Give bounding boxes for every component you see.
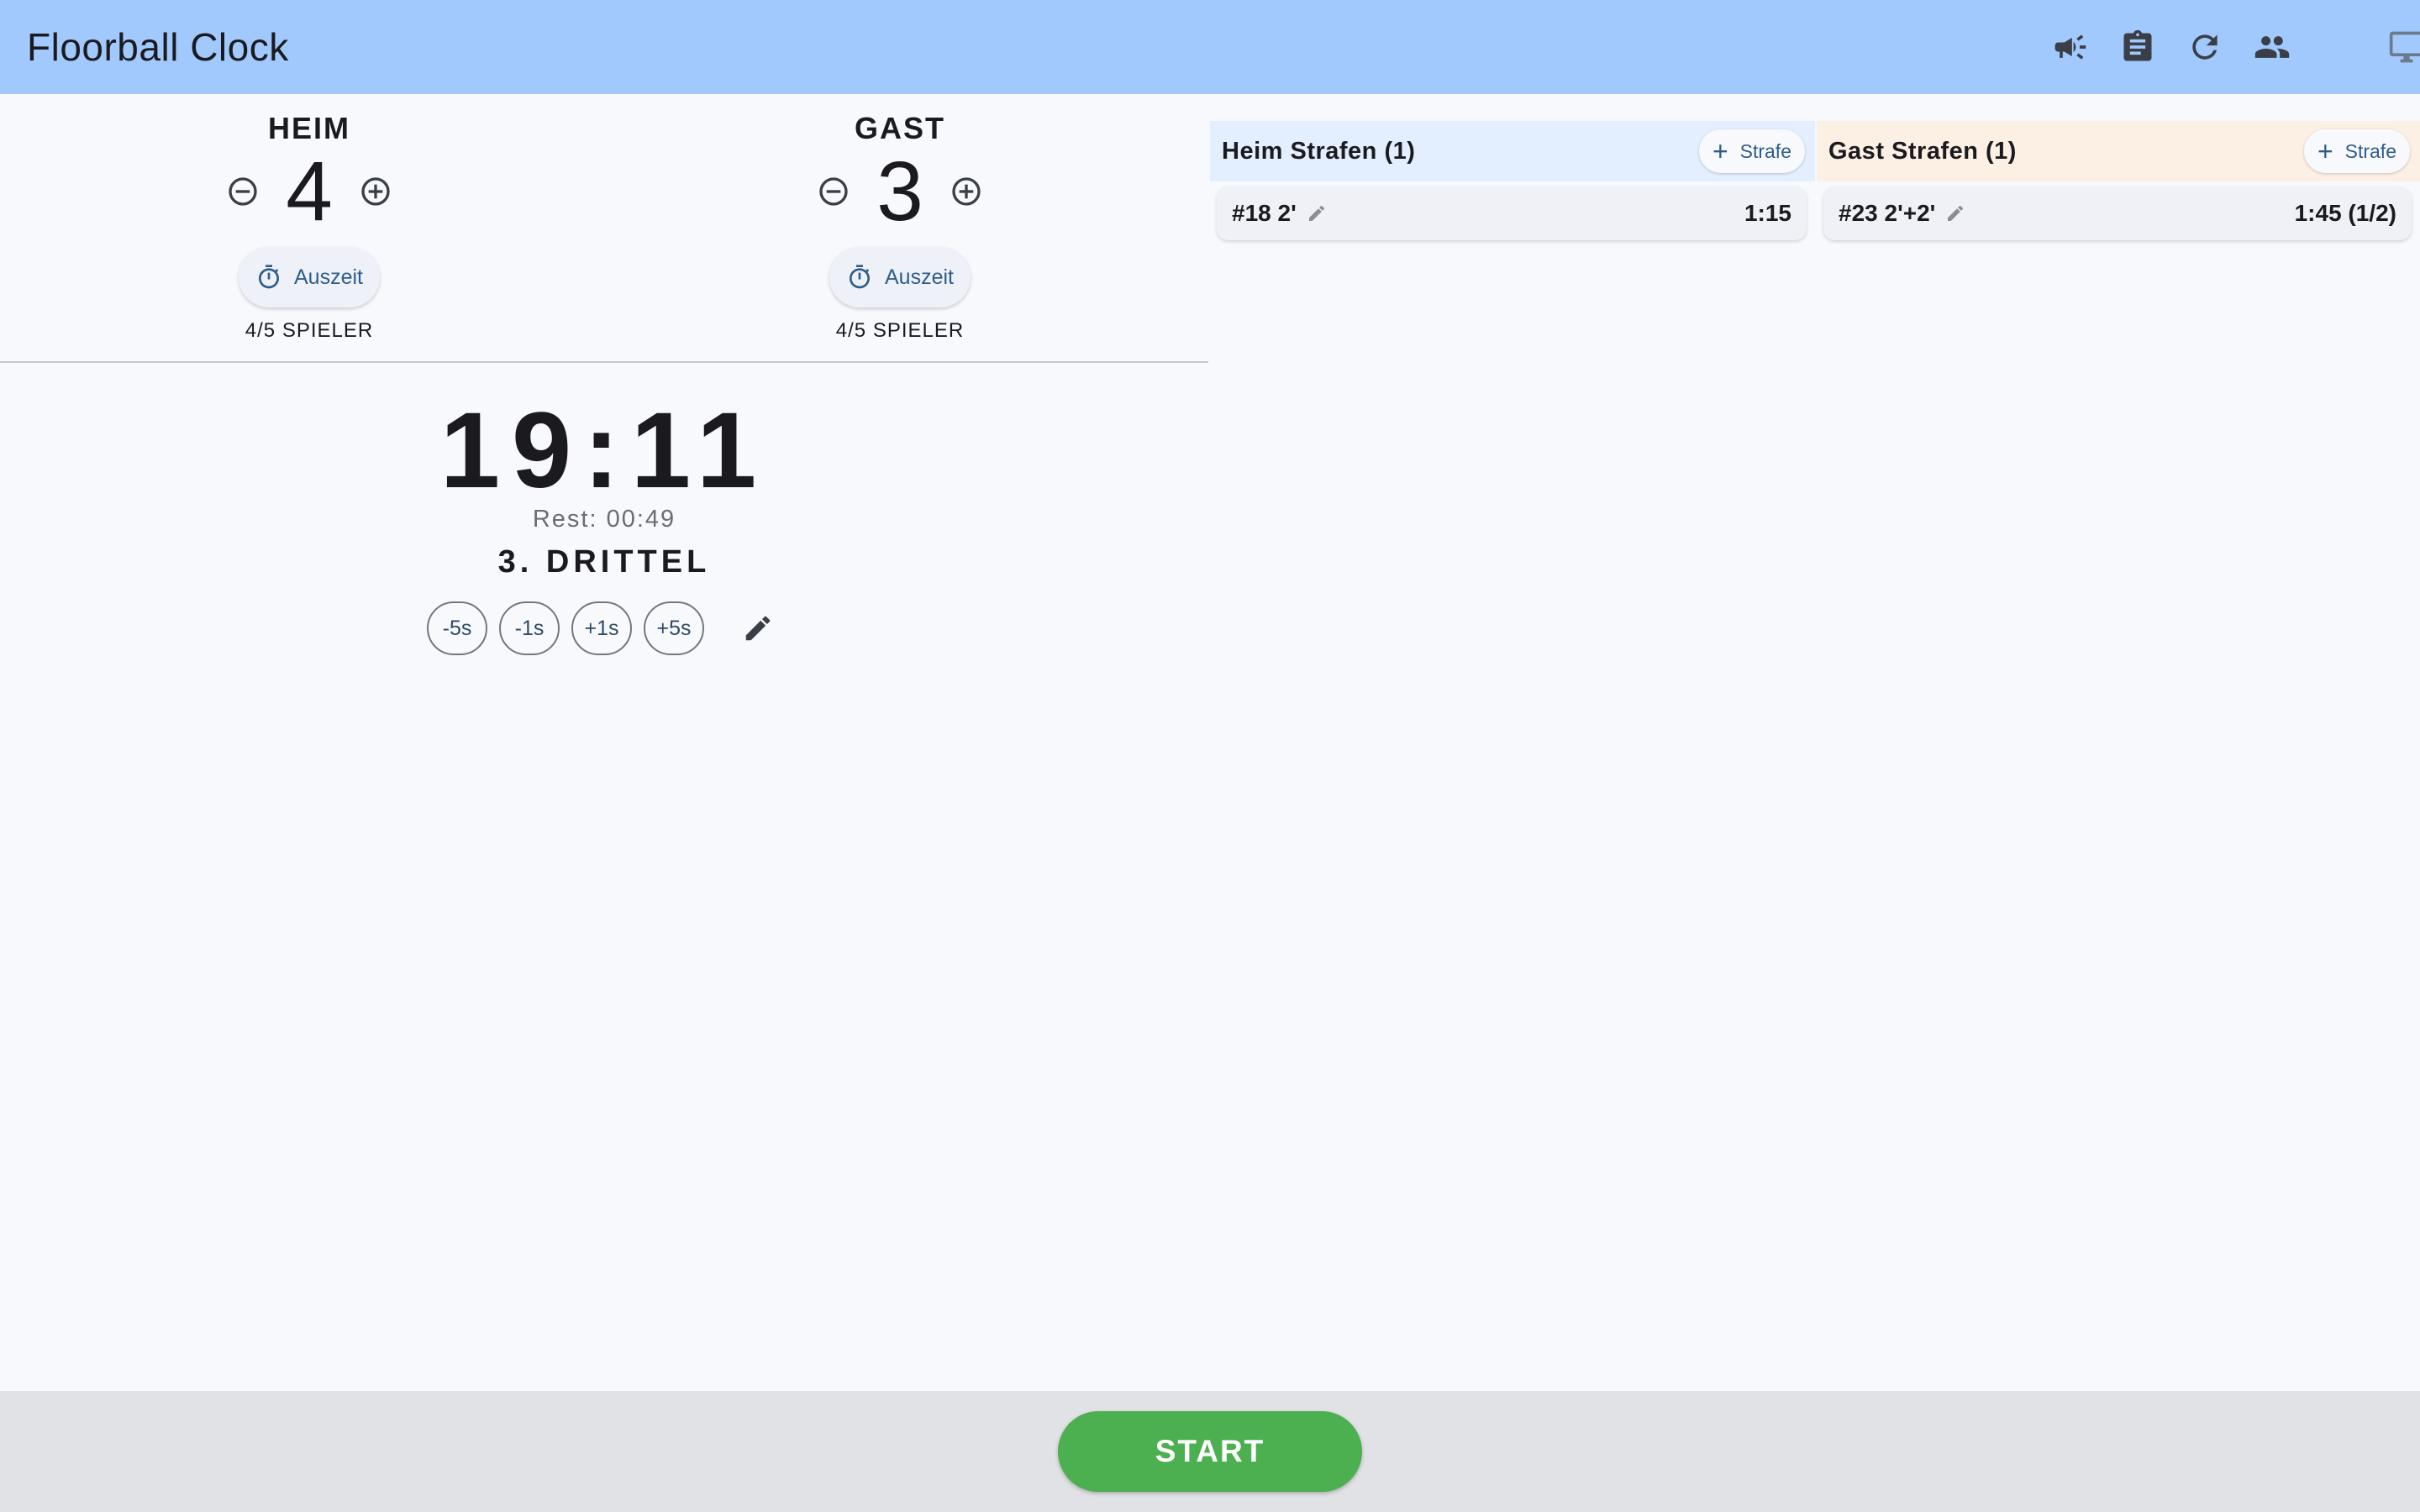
penalty-time: 1:45 (1/2) [2294, 200, 2396, 226]
plus-1s-button[interactable]: +1s [571, 601, 632, 655]
penalty-label: #23 2'+2' [1839, 200, 1936, 226]
home-score: 4 [286, 144, 333, 239]
guest-penalties-title: Gast Strafen (1) [1828, 137, 2017, 165]
home-penalties-panel: Heim Strafen (1) + Strafe #18 2' 1:15 [1210, 121, 1815, 1391]
home-score-row: 4 [175, 144, 444, 239]
plus-circle-icon [361, 177, 390, 206]
divider [0, 361, 1208, 363]
plus-circle-icon [952, 177, 981, 206]
guest-timeout-button[interactable]: Auszeit [829, 247, 971, 307]
home-team: HEIM 4 Auszeit 4/5 SPIELER [175, 111, 444, 343]
pencil-icon [745, 616, 771, 641]
add-guest-penalty-label: Strafe [2344, 139, 2396, 162]
home-players: 4/5 SPIELER [245, 319, 374, 342]
people-icon[interactable] [2238, 13, 2306, 81]
pencil-icon[interactable] [1307, 203, 1327, 223]
plus-5s-button[interactable]: +5s [644, 601, 704, 655]
guest-timeout-label: Auszeit [885, 265, 954, 289]
home-score-increment-button[interactable] [355, 171, 396, 212]
guest-team-name: GAST [854, 111, 945, 145]
penalty-time: 1:15 [1744, 200, 1791, 226]
add-guest-penalty-button[interactable]: + Strafe [2303, 129, 2410, 173]
megaphone-icon[interactable] [2037, 13, 2104, 81]
game-clock: 19:11 [439, 391, 769, 511]
guest-score-row: 3 [765, 144, 1034, 239]
add-home-penalty-label: Strafe [1739, 139, 1791, 162]
plus-icon: + [1712, 136, 1728, 166]
app-bar: Floorball Clock [0, 0, 2420, 94]
timer-icon [259, 265, 279, 289]
guest-penalties-panel: Gast Strafen (1) + Strafe #23 2'+2' 1:45… [1817, 121, 2420, 1391]
home-score-decrement-button[interactable] [223, 171, 263, 212]
guest-score: 3 [876, 144, 923, 239]
minus-circle-icon [819, 177, 848, 206]
time-adjust-row: -5s -1s +1s +5s [427, 601, 781, 655]
guest-team: GAST 3 Auszeit 4/5 SPIELER [765, 111, 1034, 343]
app-title: Floorball Clock [27, 25, 289, 69]
guest-penalties-header: Gast Strafen (1) + Strafe [1817, 121, 2420, 181]
home-penalties-header: Heim Strafen (1) + Strafe [1210, 121, 1815, 181]
clipboard-icon[interactable] [2104, 13, 2171, 81]
rest-time: Rest: 00:49 [532, 506, 676, 533]
pencil-icon[interactable] [1945, 203, 1965, 223]
edit-time-button[interactable] [734, 605, 781, 652]
add-home-penalty-button[interactable]: + Strafe [1698, 129, 1805, 173]
home-team-name: HEIM [268, 111, 350, 145]
bottom-bar: START [0, 1391, 2420, 1512]
refresh-icon[interactable] [2171, 13, 2238, 81]
minus-circle-icon [229, 177, 257, 206]
guest-score-increment-button[interactable] [946, 171, 986, 212]
period-label: 3. DRITTEL [497, 544, 711, 580]
penalty-item[interactable]: #23 2'+2' 1:45 (1/2) [1823, 186, 2412, 240]
timer-icon [850, 265, 870, 289]
guest-players: 4/5 SPIELER [835, 319, 965, 342]
monitor-icon[interactable] [2373, 13, 2420, 81]
penalty-label: #18 2' [1232, 200, 1297, 226]
home-timeout-button[interactable]: Auszeit [239, 247, 380, 307]
penalty-item[interactable]: #18 2' 1:15 [1217, 186, 1807, 240]
home-timeout-label: Auszeit [294, 265, 363, 289]
score-panel: HEIM 4 Auszeit 4/5 SPIELER GAST 3 Auszei… [0, 94, 1208, 1391]
start-button[interactable]: START [1058, 1411, 1362, 1492]
minus-5s-button[interactable]: -5s [427, 601, 487, 655]
guest-score-decrement-button[interactable] [813, 171, 854, 212]
minus-1s-button[interactable]: -1s [499, 601, 560, 655]
plus-icon: + [2317, 136, 2333, 166]
home-penalties-title: Heim Strafen (1) [1222, 137, 1416, 165]
